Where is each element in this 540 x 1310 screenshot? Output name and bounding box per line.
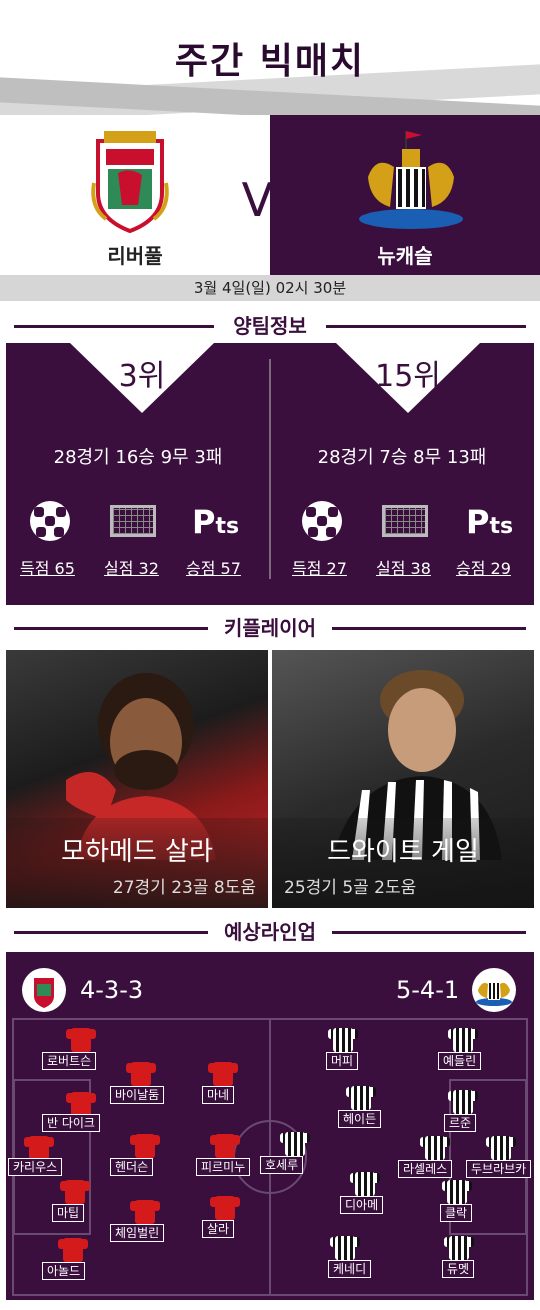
page-title: 주간 빅매치: [174, 41, 366, 82]
home-player-name: 카리우스: [8, 1158, 63, 1176]
section-key-player-title: 키플레이어: [216, 616, 324, 640]
away-jersey-icon: [328, 1026, 358, 1052]
home-jersey-icon: [208, 1060, 238, 1086]
home-player-name: 살라: [202, 1220, 235, 1238]
away-jersey-icon: [448, 1088, 478, 1114]
key-player-home: 모하메드 살라 27경기 23골 8도움: [6, 650, 268, 908]
home-jersey-icon: [66, 1026, 96, 1052]
section-team-info: 양팀정보: [0, 310, 540, 340]
away-player-name: 두브라브카: [466, 1160, 532, 1178]
section-key-player: 키플레이어: [0, 612, 540, 642]
newcastle-badge-icon: [472, 968, 516, 1012]
key-player-away: 드와이트 게일 25경기 5골 2도움: [272, 650, 534, 908]
away-player-name: 르준: [444, 1114, 477, 1132]
away-jersey-icon: [350, 1170, 380, 1196]
home-conceded: 실점 32: [104, 559, 159, 578]
away-jersey-icon: [448, 1026, 478, 1052]
away-goals: 득점 27: [292, 559, 347, 578]
away-jersey-icon: [486, 1134, 516, 1160]
away-formation: 5-4-1: [396, 976, 460, 1004]
home-player-name: 반 다이크: [42, 1114, 100, 1132]
home-key-player-name: 모하메드 살라: [61, 837, 213, 867]
home-points: 승점 57: [186, 559, 241, 578]
home-jersey-icon: [126, 1060, 156, 1086]
away-rank: 15위: [375, 359, 441, 394]
home-jersey-icon: [130, 1132, 160, 1158]
home-goals: 득점 65: [20, 559, 75, 578]
away-player-name: 듀멧: [442, 1260, 475, 1278]
soccer-ball-icon: [30, 501, 70, 541]
points-icon: Pts: [466, 503, 514, 541]
liverpool-badge-icon: [22, 968, 66, 1012]
away-jersey-icon: [444, 1234, 474, 1260]
home-player-name: 체임벌린: [110, 1224, 165, 1242]
away-player-name: 클락: [440, 1204, 473, 1222]
section-team-info-title: 양팀정보: [225, 314, 315, 338]
away-player-name: 라셀레스: [398, 1160, 453, 1178]
away-team-name: 뉴캐슬: [377, 244, 433, 268]
newcastle-crest-icon: [359, 131, 463, 229]
match-date: 3월 4일(일) 02시 30분: [0, 275, 540, 301]
away-jersey-icon: [330, 1234, 360, 1260]
away-jersey-icon: [420, 1134, 450, 1160]
home-player-name: 헨더슨: [110, 1158, 154, 1176]
away-key-player-name: 드와이트 게일: [327, 837, 479, 867]
points-icon: Pts: [192, 503, 240, 541]
away-player-name: 호세루: [260, 1156, 304, 1174]
home-jersey-icon: [130, 1198, 160, 1224]
home-player-name: 피르미누: [196, 1158, 251, 1176]
home-jersey-icon: [58, 1236, 88, 1262]
home-jersey-icon: [210, 1194, 240, 1220]
lineup-panel: 4-3-3 5-4-1 로버트슨 바이날둠 마네 반 다이크 카리우스 헨더슨 …: [6, 952, 534, 1300]
home-jersey-icon: [24, 1134, 54, 1160]
home-player-name: 마네: [202, 1086, 235, 1104]
home-rank: 3위: [118, 359, 166, 394]
home-player-name: 마팁: [52, 1204, 85, 1222]
away-key-player-stats: 25경기 5골 2도움: [284, 878, 417, 898]
section-lineup: 예상라인업: [0, 916, 540, 946]
liverpool-crest-icon: [91, 131, 169, 234]
away-player-name: 케네디: [328, 1260, 372, 1278]
home-record: 28경기 16승 9무 3패: [53, 447, 223, 468]
home-jersey-icon: [66, 1090, 96, 1116]
away-player-name: 예들린: [438, 1052, 482, 1070]
away-player-name: 디아메: [340, 1196, 384, 1214]
home-jersey-icon: [60, 1178, 90, 1204]
away-conceded: 실점 38: [376, 559, 431, 578]
team-info-panel: 3위 15위 28경기 16승 9무 3패 28경기 7승 8무 13패 Pts…: [6, 343, 534, 605]
soccer-ball-icon: [302, 501, 342, 541]
home-player-name: 바이날둠: [110, 1086, 165, 1104]
away-player-name: 헤이든: [338, 1110, 382, 1128]
vs-label: VS: [241, 173, 301, 227]
home-player-name: 로버트슨: [42, 1052, 97, 1070]
home-key-player-stats: 27경기 23골 8도움: [112, 878, 256, 898]
match-panel: VS 리버풀 뉴캐슬: [0, 115, 540, 275]
away-points: 승점 29: [456, 559, 511, 578]
away-jersey-icon: [346, 1084, 376, 1110]
home-jersey-icon: [210, 1132, 240, 1158]
goal-net-icon: [382, 505, 428, 537]
home-player-name: 아놀드: [42, 1262, 86, 1280]
away-player-name: 머피: [326, 1052, 359, 1070]
away-jersey-icon: [442, 1178, 472, 1204]
section-lineup-title: 예상라인업: [216, 920, 324, 944]
away-record: 28경기 7승 8무 13패: [317, 447, 487, 468]
home-team-name: 리버풀: [107, 244, 163, 268]
header-banner: 주간 빅매치: [0, 0, 540, 115]
goal-net-icon: [110, 505, 156, 537]
away-jersey-icon: [280, 1130, 310, 1156]
home-formation: 4-3-3: [80, 976, 144, 1004]
